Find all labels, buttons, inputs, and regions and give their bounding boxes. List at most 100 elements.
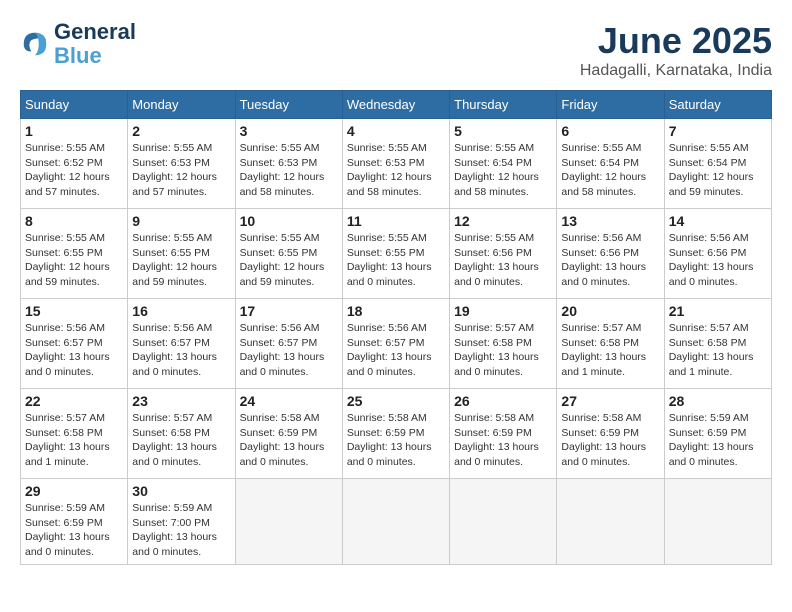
day-number: 13 [561,213,659,229]
calendar-day-cell: 20Sunrise: 5:57 AM Sunset: 6:58 PM Dayli… [557,299,664,389]
logo: General Blue [20,20,136,68]
day-info: Sunrise: 5:56 AM Sunset: 6:57 PM Dayligh… [240,321,338,380]
calendar-day-cell [664,479,771,565]
day-info: Sunrise: 5:57 AM Sunset: 6:58 PM Dayligh… [669,321,767,380]
day-info: Sunrise: 5:57 AM Sunset: 6:58 PM Dayligh… [25,411,123,470]
header-cell-wednesday: Wednesday [342,91,449,119]
calendar-table: SundayMondayTuesdayWednesdayThursdayFrid… [20,90,772,565]
day-info: Sunrise: 5:55 AM Sunset: 6:56 PM Dayligh… [454,231,552,290]
calendar-day-cell: 6Sunrise: 5:55 AM Sunset: 6:54 PM Daylig… [557,119,664,209]
day-info: Sunrise: 5:55 AM Sunset: 6:54 PM Dayligh… [669,141,767,200]
day-info: Sunrise: 5:56 AM Sunset: 6:57 PM Dayligh… [347,321,445,380]
day-info: Sunrise: 5:55 AM Sunset: 6:52 PM Dayligh… [25,141,123,200]
day-info: Sunrise: 5:59 AM Sunset: 6:59 PM Dayligh… [25,501,123,560]
header-cell-saturday: Saturday [664,91,771,119]
calendar-day-cell: 15 Sunrise: 5:56 AM Sunset: 6:57 PM Dayli… [21,299,128,389]
day-number: 8 [25,213,123,229]
day-number: 28 [669,393,767,409]
calendar-day-cell: 16 Sunrise: 5:56 AM Sunset: 6:57 PM Dayli… [128,299,235,389]
day-info: Sunrise: 5:55 AM Sunset: 6:55 PM Dayligh… [25,231,123,290]
calendar-day-cell: 3 Sunrise: 5:55 AM Sunset: 6:53 PM Daylig… [235,119,342,209]
day-info: Sunrise: 5:55 AM Sunset: 6:53 PM Dayligh… [132,141,230,200]
day-number: 12 [454,213,552,229]
day-number: 3 [240,123,338,139]
header-cell-sunday: Sunday [21,91,128,119]
calendar-day-cell: 29Sunrise: 5:59 AM Sunset: 6:59 PM Dayli… [21,479,128,565]
calendar-day-cell: 1 Sunrise: 5:55 AM Sunset: 6:52 PM Daylig… [21,119,128,209]
day-info: Sunrise: 5:58 AM Sunset: 6:59 PM Dayligh… [561,411,659,470]
calendar-day-cell: 26Sunrise: 5:58 AM Sunset: 6:59 PM Dayli… [450,389,557,479]
calendar-day-cell: 9 Sunrise: 5:55 AM Sunset: 6:55 PM Daylig… [128,209,235,299]
page-header: General Blue June 2025 Hadagalli, Karnat… [20,20,772,80]
calendar-day-cell: 18 Sunrise: 5:56 AM Sunset: 6:57 PM Dayli… [342,299,449,389]
calendar-day-cell [557,479,664,565]
day-info: Sunrise: 5:58 AM Sunset: 6:59 PM Dayligh… [454,411,552,470]
calendar-week-1: 1 Sunrise: 5:55 AM Sunset: 6:52 PM Daylig… [21,119,772,209]
day-info: Sunrise: 5:57 AM Sunset: 6:58 PM Dayligh… [454,321,552,380]
header-cell-friday: Friday [557,91,664,119]
day-info: Sunrise: 5:56 AM Sunset: 6:56 PM Dayligh… [669,231,767,290]
day-number: 22 [25,393,123,409]
calendar-week-5: 29Sunrise: 5:59 AM Sunset: 6:59 PM Dayli… [21,479,772,565]
calendar-day-cell: 11Sunrise: 5:55 AM Sunset: 6:55 PM Dayli… [342,209,449,299]
day-info: Sunrise: 5:56 AM Sunset: 6:57 PM Dayligh… [132,321,230,380]
day-info: Sunrise: 5:57 AM Sunset: 6:58 PM Dayligh… [561,321,659,380]
day-info: Sunrise: 5:55 AM Sunset: 6:54 PM Dayligh… [454,141,552,200]
day-info: Sunrise: 5:55 AM Sunset: 6:53 PM Dayligh… [240,141,338,200]
calendar-day-cell: 17 Sunrise: 5:56 AM Sunset: 6:57 PM Dayli… [235,299,342,389]
calendar-day-cell: 23 Sunrise: 5:57 AM Sunset: 6:58 PM Dayli… [128,389,235,479]
logo-line1: General [54,20,136,44]
day-number: 2 [132,123,230,139]
calendar-day-cell: 24Sunrise: 5:58 AM Sunset: 6:59 PM Dayli… [235,389,342,479]
day-number: 25 [347,393,445,409]
day-number: 5 [454,123,552,139]
day-number: 7 [669,123,767,139]
calendar-day-cell [342,479,449,565]
calendar-day-cell: 5 Sunrise: 5:55 AM Sunset: 6:54 PM Daylig… [450,119,557,209]
day-number: 18 [347,303,445,319]
calendar-day-cell: 25 Sunrise: 5:58 AM Sunset: 6:59 PM Dayli… [342,389,449,479]
day-number: 16 [132,303,230,319]
day-number: 9 [132,213,230,229]
calendar-day-cell: 13 Sunrise: 5:56 AM Sunset: 6:56 PM Dayli… [557,209,664,299]
day-info: Sunrise: 5:57 AM Sunset: 6:58 PM Dayligh… [132,411,230,470]
calendar-day-cell: 7 Sunrise: 5:55 AM Sunset: 6:54 PM Daylig… [664,119,771,209]
day-number: 21 [669,303,767,319]
day-info: Sunrise: 5:56 AM Sunset: 6:56 PM Dayligh… [561,231,659,290]
calendar-day-cell: 27Sunrise: 5:58 AM Sunset: 6:59 PM Dayli… [557,389,664,479]
day-info: Sunrise: 5:55 AM Sunset: 6:53 PM Dayligh… [347,141,445,200]
day-info: Sunrise: 5:59 AM Sunset: 7:00 PM Dayligh… [132,501,230,560]
day-number: 1 [25,123,123,139]
month-title: June 2025 [580,20,772,62]
day-info: Sunrise: 5:56 AM Sunset: 6:57 PM Dayligh… [25,321,123,380]
calendar-day-cell: 28 Sunrise: 5:59 AM Sunset: 6:59 PM Dayli… [664,389,771,479]
day-info: Sunrise: 5:59 AM Sunset: 6:59 PM Dayligh… [669,411,767,470]
calendar-body: 1 Sunrise: 5:55 AM Sunset: 6:52 PM Daylig… [21,119,772,565]
logo-icon [20,29,50,59]
calendar-day-cell [235,479,342,565]
calendar-day-cell: 14 Sunrise: 5:56 AM Sunset: 6:56 PM Dayli… [664,209,771,299]
calendar-day-cell: 21 Sunrise: 5:57 AM Sunset: 6:58 PM Dayli… [664,299,771,389]
day-number: 15 [25,303,123,319]
day-info: Sunrise: 5:58 AM Sunset: 6:59 PM Dayligh… [240,411,338,470]
calendar-day-cell: 4Sunrise: 5:55 AM Sunset: 6:53 PM Daylig… [342,119,449,209]
calendar-day-cell: 19Sunrise: 5:57 AM Sunset: 6:58 PM Dayli… [450,299,557,389]
day-number: 10 [240,213,338,229]
header-cell-monday: Monday [128,91,235,119]
day-number: 23 [132,393,230,409]
day-number: 14 [669,213,767,229]
logo-text: General Blue [54,20,136,68]
calendar-day-cell: 22 Sunrise: 5:57 AM Sunset: 6:58 PM Dayli… [21,389,128,479]
day-number: 11 [347,213,445,229]
calendar-day-cell: 8 Sunrise: 5:55 AM Sunset: 6:55 PM Daylig… [21,209,128,299]
calendar-day-cell: 10Sunrise: 5:55 AM Sunset: 6:55 PM Dayli… [235,209,342,299]
header-row: SundayMondayTuesdayWednesdayThursdayFrid… [21,91,772,119]
day-info: Sunrise: 5:55 AM Sunset: 6:55 PM Dayligh… [132,231,230,290]
calendar-day-cell: 30Sunrise: 5:59 AM Sunset: 7:00 PM Dayli… [128,479,235,565]
day-info: Sunrise: 5:58 AM Sunset: 6:59 PM Dayligh… [347,411,445,470]
calendar-day-cell: 2 Sunrise: 5:55 AM Sunset: 6:53 PM Daylig… [128,119,235,209]
day-number: 17 [240,303,338,319]
header-cell-tuesday: Tuesday [235,91,342,119]
logo-line2: Blue [54,44,136,68]
calendar-day-cell: 12 Sunrise: 5:55 AM Sunset: 6:56 PM Dayli… [450,209,557,299]
